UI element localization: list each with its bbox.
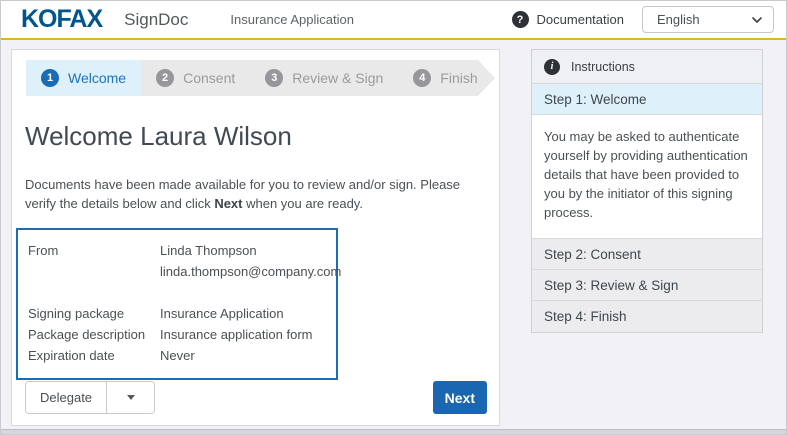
main-card: 1 Welcome 2 Consent 3 Review & Sign 4 Fi… (11, 49, 500, 426)
app-header: KOFAX SignDoc Insurance Application ? Do… (1, 1, 786, 40)
next-button[interactable]: Next (433, 381, 487, 414)
step-label: Consent (183, 70, 235, 86)
welcome-heading: Welcome Laura Wilson (25, 121, 485, 152)
package-name: Insurance Application (160, 303, 332, 324)
documentation-link[interactable]: ? Documentation (512, 11, 624, 28)
signdoc-page: KOFAX SignDoc Insurance Application ? Do… (0, 0, 787, 435)
step-label: Finish (440, 70, 477, 86)
sidebar-step-1-welcome[interactable]: Step 1: Welcome (532, 84, 762, 115)
detail-row-signing-package: Signing package Insurance Application (28, 303, 332, 324)
detail-value: Linda Thompson linda.thompson@company.co… (160, 240, 341, 282)
detail-label: Expiration date (28, 345, 160, 366)
document-title: Insurance Application (230, 12, 354, 27)
product-name: SignDoc (124, 10, 188, 30)
sidebar-step-3-review-sign[interactable]: Step 3: Review & Sign (532, 270, 762, 301)
detail-row-from: From Linda Thompson linda.thompson@compa… (28, 240, 332, 282)
step-wizard: 1 Welcome 2 Consent 3 Review & Sign 4 Fi… (26, 60, 495, 96)
delegate-menu-button[interactable] (106, 382, 154, 413)
step-1-description: You may be asked to authenticate yoursel… (532, 115, 762, 239)
caret-down-icon (127, 395, 135, 400)
instructions-sidebar: i Instructions Step 1: Welcome You may b… (531, 49, 763, 333)
wizard-step-welcome[interactable]: 1 Welcome (26, 60, 141, 96)
wizard-step-consent[interactable]: 2 Consent (141, 60, 250, 96)
sidebar-step-4-finish[interactable]: Step 4: Finish (532, 301, 762, 332)
sidebar-step-2-consent[interactable]: Step 2: Consent (532, 239, 762, 270)
detail-label: From (28, 240, 160, 282)
wizard-step-review-sign[interactable]: 3 Review & Sign (250, 60, 398, 96)
detail-row-package-description: Package description Insurance applicatio… (28, 324, 332, 345)
card-footer: Delegate Next (25, 381, 487, 414)
wizard-step-finish[interactable]: 4 Finish (398, 60, 492, 96)
language-select[interactable]: English (642, 6, 774, 33)
expiration-value: Never (160, 345, 332, 366)
instructions-title: Instructions (571, 60, 635, 74)
kofax-logo: KOFAX (21, 5, 102, 34)
detail-row-expiration-date: Expiration date Never (28, 345, 332, 366)
instructions-header[interactable]: i Instructions (532, 50, 762, 84)
detail-value: Insurance application form (160, 324, 332, 345)
help-question-icon: ? (512, 11, 529, 28)
intro-text-after: when you are ready. (243, 196, 363, 211)
bottom-bar (1, 429, 786, 434)
sender-name: Linda Thompson (160, 240, 341, 261)
step-number-badge: 1 (41, 69, 59, 87)
sender-email: linda.thompson@company.com (160, 261, 341, 282)
step-number-badge: 3 (265, 69, 283, 87)
step-label: Review & Sign (292, 70, 383, 86)
chevron-down-icon (751, 14, 763, 26)
detail-label: Package description (28, 324, 160, 345)
step-number-badge: 2 (156, 69, 174, 87)
intro-text: Documents have been made available for y… (25, 175, 485, 213)
documentation-label: Documentation (537, 12, 624, 27)
language-selected-value: English (657, 12, 751, 27)
step-label: Welcome (68, 70, 126, 86)
step-number-badge: 4 (413, 69, 431, 87)
detail-value: Insurance Application (160, 303, 332, 324)
detail-value: Never (160, 345, 332, 366)
intro-text-next-bold: Next (214, 196, 242, 211)
delegate-split-button: Delegate (25, 381, 155, 414)
content-area: 1 Welcome 2 Consent 3 Review & Sign 4 Fi… (1, 42, 786, 434)
detail-label: Signing package (28, 303, 160, 324)
package-details-box: From Linda Thompson linda.thompson@compa… (16, 228, 338, 380)
delegate-button[interactable]: Delegate (26, 382, 106, 413)
package-description: Insurance application form (160, 324, 332, 345)
info-icon: i (544, 59, 560, 75)
